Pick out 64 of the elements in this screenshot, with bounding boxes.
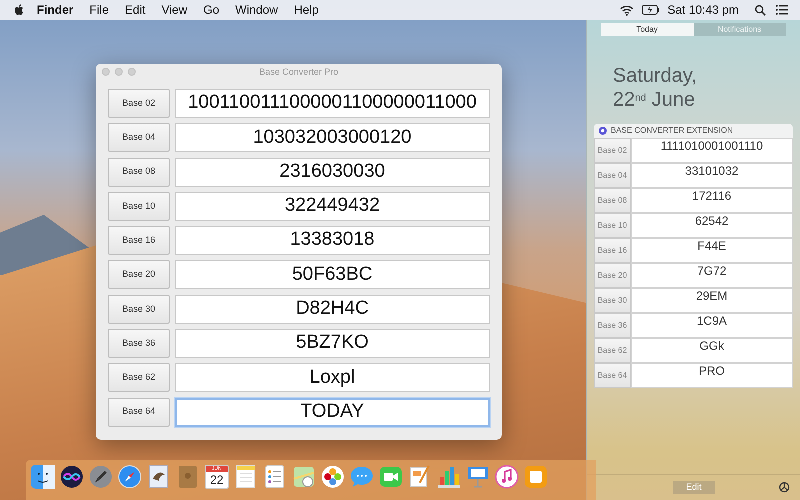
value-field[interactable]: 1C9A [631,313,793,338]
value-field[interactable]: 50F63BC [175,260,490,290]
value-field[interactable]: F44E [631,238,793,263]
value-field[interactable]: 322449432 [175,192,490,221]
value-field[interactable]: 1111010001001110 [631,138,793,163]
compass-icon[interactable] [118,465,142,489]
value-field[interactable]: 29EM [631,288,793,313]
value-field[interactable]: D82H4C [175,294,490,324]
notepad-icon[interactable] [234,465,258,489]
list-icon[interactable] [776,5,788,15]
bird-stamp-icon[interactable] [147,465,171,489]
value-field[interactable]: 13383018 [175,226,490,256]
menu-clock[interactable]: Sat 10:43 pm [668,0,739,20]
flower-icon[interactable] [321,465,345,489]
date-heading: 22$^{nd}$ June [613,88,696,112]
battery-icon[interactable] [642,5,660,15]
value-field[interactable]: TODAY [175,398,490,427]
base-button[interactable]: Base 62 [108,363,170,392]
menu-item[interactable]: Edit [125,0,146,20]
value-field[interactable]: Loxpl [175,363,490,392]
settings-icon[interactable] [779,482,790,493]
value-field[interactable]: 33101032 [631,163,793,188]
tab[interactable]: Today [601,23,694,36]
base-button[interactable]: Base 30 [108,294,170,324]
base-button[interactable]: Base 16 [108,226,170,256]
video-camera-icon[interactable] [379,465,403,489]
value-field[interactable]: 1001100111000001100000011000 [175,89,490,118]
menu-item[interactable]: File [90,0,110,20]
base-button[interactable]: Base 08 [108,158,170,187]
app-badge-icon [599,127,607,135]
value-field[interactable]: 5BZ7KO [175,329,490,358]
wifi-icon[interactable] [620,4,634,16]
checklist-icon[interactable] [263,465,287,489]
menu-item[interactable]: Window [236,0,278,20]
app-menu[interactable]: Finder [37,0,74,20]
search-icon[interactable] [755,4,766,16]
orb-icon[interactable] [60,465,84,489]
base-button[interactable]: Base 64 [108,398,170,427]
base-button[interactable]: Base 04 [108,123,170,152]
value-field[interactable]: PRO [631,363,793,388]
base-button[interactable]: Base 36 [108,329,170,358]
smiling-face-icon[interactable] [31,465,55,489]
bar-chart-icon[interactable] [437,465,461,489]
menu-item[interactable]: Go [204,0,220,20]
map-icon[interactable] [292,465,316,489]
value-field[interactable]: 103032003000120 [175,123,490,152]
base-button[interactable]: Base 20 [108,260,170,290]
value-field[interactable]: 7G72 [631,263,793,288]
base-button[interactable]: Base 02 [108,89,170,118]
menu-item[interactable]: View [162,0,188,20]
book-icon[interactable] [176,465,200,489]
widget-title: BASE CONVERTER EXTENSION [611,125,734,137]
window-title: Base Converter Pro [259,67,339,77]
presentation-icon[interactable] [466,465,490,489]
base-button[interactable]: Base 10 [108,192,170,221]
pen-document-icon[interactable] [408,465,432,489]
apple-logo-icon[interactable] [14,4,25,16]
value-field[interactable]: 62542 [631,213,793,238]
value-field[interactable]: 172116 [631,188,793,213]
menu-item[interactable]: Help [294,0,319,20]
value-field[interactable]: 2316030030 [175,158,490,187]
date-heading: Saturday, [613,64,698,88]
value-field[interactable]: GGk [631,338,793,363]
music-note-icon[interactable] [495,465,519,489]
